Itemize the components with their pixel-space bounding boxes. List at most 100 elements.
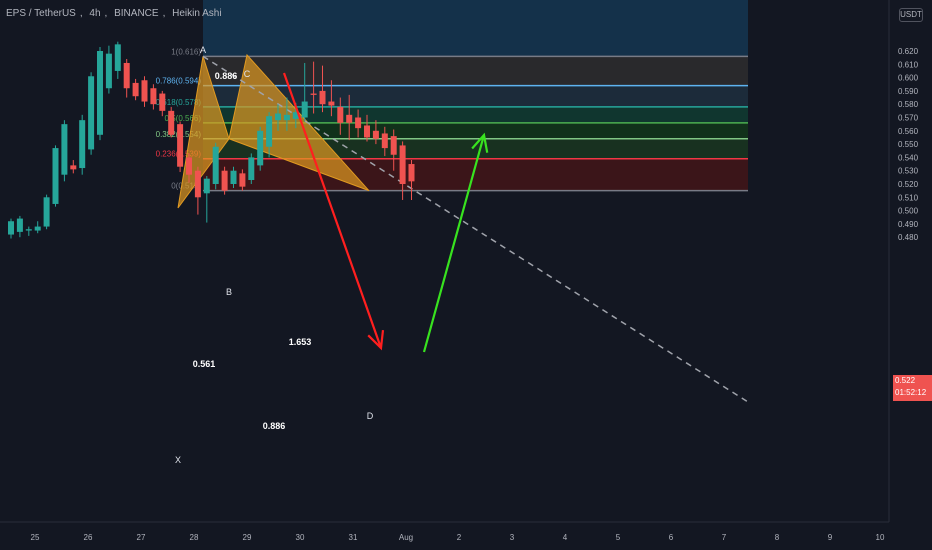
candle-body [186,157,192,175]
price-tick-label: 0.520 [898,180,919,189]
candle-body [141,80,148,102]
pattern-ratio-label: 0.561 [193,359,216,369]
candle-body [25,229,32,231]
candle-body [203,178,210,194]
candle-body [114,44,121,71]
bar-countdown: 01:52:12 [895,388,927,397]
price-tick-label: 0.590 [898,87,919,96]
chart-style-label: Heikin Ashi [172,8,222,19]
time-tick-label: 9 [828,533,833,542]
candle-body [221,170,228,191]
candle-body [132,82,139,97]
candle-body [230,170,237,184]
fib-level-label: 0.786(0.594) [156,77,202,86]
candle-body [212,146,219,184]
time-tick-label: 25 [31,533,40,542]
price-tick-label: 0.560 [898,127,919,136]
candle-body [34,226,41,231]
price-axis[interactable]: 0.620 0.610 0.600 0.590 0.580 0.570 0.560 0.550… [898,47,919,242]
pattern-ratio-label: 0.886 [263,421,286,431]
price-tick-label: 0.480 [898,233,919,242]
exchange-label: BINANCE [114,8,159,19]
candle-body [16,218,23,232]
candle-body [61,124,68,175]
time-tick-label: 6 [669,533,674,542]
time-tick-label: 27 [137,533,146,542]
last-price-tag: 0.522 01:52:12 [893,375,932,401]
symbol-name: EPS / TetherUS [6,8,76,19]
candle-body [399,145,406,184]
candle-body [364,125,370,138]
pattern-point-c: C [244,69,251,79]
candle-body [310,93,317,95]
fib-level-label: 1(0.616) [171,47,201,56]
price-tick-label: 0.580 [898,100,919,109]
price-tick-label: 0.490 [898,220,919,229]
candle-body [408,164,415,182]
candle-body [328,101,335,106]
pattern-point-b: B [226,287,232,297]
candle-body [8,221,14,235]
price-tick-label: 0.570 [898,114,919,123]
candle-body [97,51,103,135]
time-tick-label: Aug [399,533,413,542]
candle-body [79,120,86,169]
time-tick-label: 2 [457,533,462,542]
pattern-ratio-label: 1.653 [289,337,312,347]
time-tick-label: 28 [190,533,199,542]
time-tick-label: 8 [775,533,780,542]
candle-body [150,88,157,105]
candle-body [319,90,326,105]
time-tick-label: 7 [722,533,727,542]
candle-body [177,124,184,167]
candle-body [337,106,344,123]
candle-body [239,173,246,187]
time-tick-label: 30 [296,533,305,542]
candle-body [159,93,166,111]
fib-zone [203,56,748,86]
price-tick-label: 0.550 [898,140,919,149]
candle-body [372,130,379,139]
candle-body [390,136,397,155]
candle-body [381,133,388,149]
price-tick-label: 0.510 [898,193,919,202]
price-tick-label: 0.610 [898,60,919,69]
candle-body [70,165,77,170]
time-tick-label: 29 [243,533,252,542]
candle-body [168,110,175,135]
price-tick-label: 0.500 [898,207,919,216]
candle-body [105,53,112,89]
pattern-point-x: X [175,455,181,465]
time-tick-label: 31 [349,533,358,542]
candle-body [248,157,255,181]
candle-body [194,170,201,198]
candle-body [52,148,59,204]
candle-body [346,114,353,123]
interval-label: 4h [89,8,101,19]
candle-body [283,114,290,121]
time-tick-label: 3 [510,533,515,542]
fib-extension-zone [203,0,748,57]
pattern-point-a: A [200,45,206,55]
candle-body [355,117,362,129]
candle-body [257,130,264,166]
pattern-ratio-label: 0.886 [215,71,238,81]
pattern-point-d: D [367,411,374,421]
price-tick-label: 0.540 [898,153,919,162]
candle-body [266,116,273,147]
candle-body [43,197,50,227]
price-tick-label: 0.620 [898,47,919,56]
time-tick-label: 4 [563,533,568,542]
time-tick-label: 5 [616,533,621,542]
candle-body [275,113,281,121]
time-tick-label: 10 [876,533,885,542]
time-tick-label: 26 [84,533,93,542]
last-price-value: 0.522 [895,376,916,385]
currency-badge[interactable]: USDT [899,8,923,22]
price-tick-label: 0.530 [898,167,919,176]
price-tick-label: 0.600 [898,74,919,83]
candle-body [88,76,95,150]
symbol-header[interactable]: EPS / TetherUS, 4h, BINANCE, Heikin Ashi [6,8,226,19]
price-chart[interactable]: 1(0.616)0.786(0.594)0.618(0.578)0.5(0.56… [0,0,932,550]
candle-body [301,101,308,118]
